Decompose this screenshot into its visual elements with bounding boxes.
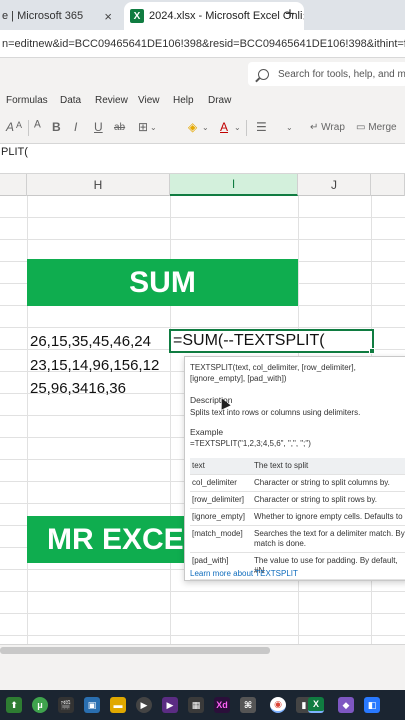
chevron-down-icon[interactable]: ⌄ bbox=[286, 123, 293, 132]
column-header-h[interactable]: H bbox=[27, 174, 170, 196]
argument-name: text bbox=[192, 461, 205, 470]
font-color-icon[interactable]: A bbox=[220, 120, 228, 134]
media-player-icon[interactable]: ▶ bbox=[136, 697, 152, 713]
example-text: =TEXTSPLIT("1,2,3;4,5,6", ",", ";") bbox=[190, 439, 311, 448]
column-header-k[interactable] bbox=[371, 174, 405, 196]
align-icon[interactable]: ☰ bbox=[256, 120, 267, 134]
function-signature: TEXTSPLIT(text, col_delimiter, [row_deli… bbox=[190, 363, 356, 383]
adobe-xd-icon[interactable]: Xd bbox=[214, 697, 230, 713]
browser-tab-strip: e | Microsoft 365 × X 2024.xlsx - Micros… bbox=[0, 0, 405, 30]
app-icon[interactable]: ⌘ bbox=[240, 697, 256, 713]
toolbar-divider bbox=[246, 120, 247, 136]
torrent-icon[interactable]: μ bbox=[32, 697, 48, 713]
close-icon[interactable]: × bbox=[104, 9, 112, 24]
active-cell-editor[interactable]: =SUM(--TEXTSPLIT( bbox=[169, 329, 374, 353]
argument-row: [match_mode] Searches the text for a del… bbox=[190, 526, 405, 553]
photo-icon[interactable]: ▦ bbox=[188, 697, 204, 713]
tab-review[interactable]: Review bbox=[95, 95, 128, 106]
wrap-label: Wrap bbox=[321, 122, 345, 133]
function-tooltip: TEXTSPLIT(text, col_delimiter, [row_deli… bbox=[184, 356, 405, 581]
search-input[interactable]: Search for tools, help, and more bbox=[248, 62, 405, 86]
shrink-font-icon[interactable]: A bbox=[16, 120, 22, 130]
argument-row: col_delimiter Character or string to spl… bbox=[190, 475, 405, 492]
argument-row: text The text to split bbox=[190, 458, 405, 475]
argument-desc: Searches the text for a delimiter match.… bbox=[254, 529, 405, 548]
column-header-i[interactable]: I bbox=[170, 174, 298, 196]
excel-taskbar-icon[interactable]: X bbox=[308, 697, 324, 713]
font-larger-icon[interactable]: ᴬ bbox=[34, 118, 41, 135]
italic-icon[interactable]: I bbox=[74, 120, 77, 134]
app-icon[interactable]: ◧ bbox=[364, 697, 380, 713]
chrome-icon[interactable]: ◉ bbox=[270, 697, 286, 713]
argument-desc: Character or string to split rows by. bbox=[254, 495, 378, 504]
argument-row: [row_delimiter] Character or string to s… bbox=[190, 492, 405, 509]
scrollbar-thumb[interactable] bbox=[0, 647, 270, 654]
argument-name: col_delimiter bbox=[192, 478, 237, 487]
sum-banner[interactable]: SUM bbox=[27, 259, 298, 306]
merge-button[interactable]: ▭ Merge bbox=[356, 122, 397, 133]
formula-bar[interactable]: PLIT( bbox=[0, 144, 405, 174]
toolbar-divider bbox=[28, 120, 29, 136]
horizontal-scrollbar[interactable] bbox=[0, 644, 405, 656]
bold-icon[interactable]: B bbox=[52, 120, 61, 134]
ribbon-tabs: Formulas Data Review View Help Draw bbox=[0, 90, 405, 112]
cell-h-row1[interactable]: 26,15,35,45,46,24 bbox=[30, 333, 151, 350]
chevron-down-icon[interactable]: ⌄ bbox=[150, 123, 157, 132]
browser-tab-microsoft365[interactable]: e | Microsoft 365 × bbox=[0, 2, 118, 30]
column-headers: H I J bbox=[0, 174, 405, 196]
cell-h-row2[interactable]: 23,15,14,96,156,12 bbox=[30, 357, 159, 374]
search-icon bbox=[258, 68, 269, 80]
excel-icon: X bbox=[130, 9, 144, 23]
tab-formulas[interactable]: Formulas bbox=[6, 95, 48, 106]
tab-help[interactable]: Help bbox=[173, 95, 194, 106]
browser-tab-excel[interactable]: X 2024.xlsx - Microsoft Excel Onli × bbox=[124, 2, 304, 30]
chevron-down-icon[interactable]: ⌄ bbox=[234, 123, 241, 132]
font-size-icon[interactable]: A bbox=[6, 120, 14, 134]
new-tab-button[interactable]: + bbox=[285, 4, 295, 24]
wrap-text-button[interactable]: ↵ Wrap bbox=[310, 122, 345, 133]
tab-data[interactable]: Data bbox=[60, 95, 81, 106]
argument-desc: Whether to ignore empty cells. Defaults … bbox=[254, 512, 403, 521]
description-text: Splits text into rows or columns using d… bbox=[190, 408, 361, 417]
argument-desc: The text to split bbox=[254, 461, 309, 470]
mr-excel-banner[interactable]: MR EXCEL bbox=[27, 516, 202, 563]
close-icon[interactable]: × bbox=[302, 9, 304, 24]
tab-label: 2024.xlsx - Microsoft Excel Onli bbox=[149, 10, 303, 22]
app-icon[interactable]: ⬆ bbox=[6, 697, 22, 713]
address-bar[interactable]: n=editnew&id=BCC09465641DE106!398&resid=… bbox=[0, 30, 405, 58]
column-header-j[interactable]: J bbox=[298, 174, 371, 196]
desktop-icon[interactable]: ▣ bbox=[84, 697, 100, 713]
chevron-down-icon[interactable]: ⌄ bbox=[202, 123, 209, 132]
merge-label: Merge bbox=[368, 122, 397, 133]
video-icon[interactable]: ▶ bbox=[162, 697, 178, 713]
search-placeholder: Search for tools, help, and more bbox=[278, 68, 405, 80]
tab-view[interactable]: View bbox=[138, 95, 160, 106]
strikethrough-icon[interactable]: ab bbox=[114, 122, 125, 133]
ribbon-toolbar: A A ᴬ B I U ab ⊞ ⌄ ◈ ⌄ A ⌄ ☰ ⌄ ↵ Wrap ▭ … bbox=[0, 112, 405, 144]
learn-more-link[interactable]: Learn more about TEXTSPLIT bbox=[190, 569, 298, 578]
column-header-blank[interactable] bbox=[0, 174, 27, 196]
argument-name: [match_mode] bbox=[192, 529, 243, 538]
tab-label: e | Microsoft 365 bbox=[2, 10, 84, 22]
search-row: Search for tools, help, and more bbox=[0, 58, 405, 90]
argument-desc: Character or string to split columns by. bbox=[254, 478, 390, 487]
example-heading: Example bbox=[190, 427, 224, 437]
underline-icon[interactable]: U bbox=[94, 120, 103, 134]
argument-row: [ignore_empty] Whether to ignore empty c… bbox=[190, 509, 405, 526]
video-editor-icon[interactable]: 🎬 bbox=[58, 697, 74, 713]
argument-name: [ignore_empty] bbox=[192, 512, 245, 521]
argument-name: [row_delimiter] bbox=[192, 495, 245, 504]
folder-icon[interactable]: ▬ bbox=[110, 697, 126, 713]
borders-icon[interactable]: ⊞ bbox=[138, 120, 148, 134]
cell-h-row3[interactable]: 25,96,3416,36 bbox=[30, 380, 126, 397]
app-icon[interactable]: ◆ bbox=[338, 697, 354, 713]
status-bar bbox=[0, 656, 405, 690]
argument-table: text The text to split col_delimiter Cha… bbox=[190, 458, 405, 580]
taskbar: ⬆ μ 🎬 ▣ ▬ ▶ ▶ ▦ Xd ⌘ ◉ ▮ X ◆ ◧ bbox=[0, 690, 405, 720]
fill-handle[interactable] bbox=[369, 348, 375, 354]
tab-draw[interactable]: Draw bbox=[208, 95, 231, 106]
fill-color-icon[interactable]: ◈ bbox=[188, 120, 197, 134]
